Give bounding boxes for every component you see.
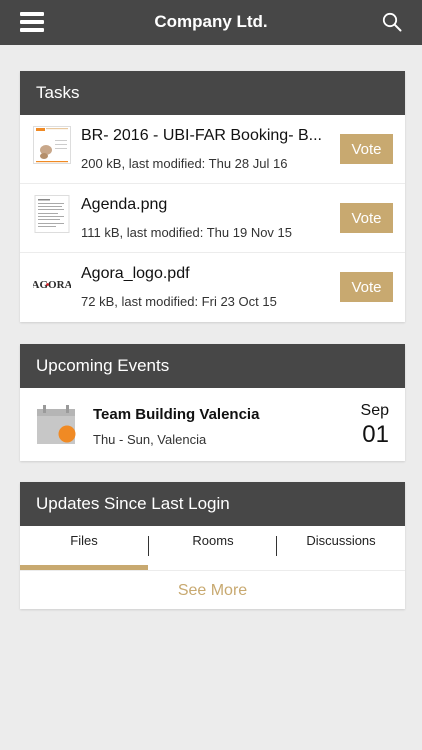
calendar-icon <box>37 405 76 444</box>
vote-button[interactable]: Vote <box>340 134 393 164</box>
vote-button[interactable]: Vote <box>340 203 393 233</box>
document-thumbnail-icon <box>33 126 71 164</box>
task-name: Agora_logo.pdf <box>81 265 190 282</box>
event-day: 01 <box>362 421 389 448</box>
task-item[interactable]: BR- 2016 - UBI-FAR Booking- B... 200 kB,… <box>20 115 405 184</box>
event-subtitle: Thu - Sun, Valencia <box>93 432 207 447</box>
search-icon[interactable] <box>382 12 402 32</box>
see-more-link[interactable]: See More <box>20 570 405 609</box>
tab-discussions[interactable]: Discussions <box>277 526 405 570</box>
updates-header: Updates Since Last Login <box>20 482 405 526</box>
task-name: BR- 2016 - UBI-FAR Booking- B... <box>81 127 322 144</box>
tab-files[interactable]: Files <box>20 526 148 570</box>
top-app-bar: Company Ltd. <box>0 0 422 45</box>
tab-rooms[interactable]: Rooms <box>149 526 277 570</box>
updates-tabs: Files Rooms Discussions <box>20 526 405 570</box>
event-item[interactable]: Team Building Valencia Thu - Sun, Valenc… <box>20 388 405 461</box>
task-meta: 200 kB, last modified: Thu 28 Jul 16 <box>81 156 288 171</box>
task-item[interactable]: Agenda.png 111 kB, last modified: Thu 19… <box>20 184 405 253</box>
tasks-card: Tasks BR- 2016 - UBI-FAR Booking- B... 2… <box>20 71 405 322</box>
event-month: Sep <box>360 402 389 419</box>
events-card: Upcoming Events Team Building Valencia T… <box>20 344 405 461</box>
events-header: Upcoming Events <box>20 344 405 388</box>
document-thumbnail-icon <box>34 195 70 233</box>
task-meta: 72 kB, last modified: Fri 23 Oct 15 <box>81 294 277 309</box>
updates-card: Updates Since Last Login Files Rooms Dis… <box>20 482 405 609</box>
task-meta: 111 kB, last modified: Thu 19 Nov 15 <box>81 225 293 240</box>
task-item[interactable]: AGORA Agora_logo.pdf 72 kB, last modifie… <box>20 253 405 322</box>
app-title: Company Ltd. <box>154 12 268 31</box>
agora-logo-text: AGORA <box>33 279 71 291</box>
vote-button[interactable]: Vote <box>340 272 393 302</box>
tasks-header: Tasks <box>20 71 405 115</box>
task-name: Agenda.png <box>81 196 168 213</box>
event-title: Team Building Valencia <box>93 406 260 423</box>
agora-logo-thumbnail: AGORA <box>33 279 71 291</box>
